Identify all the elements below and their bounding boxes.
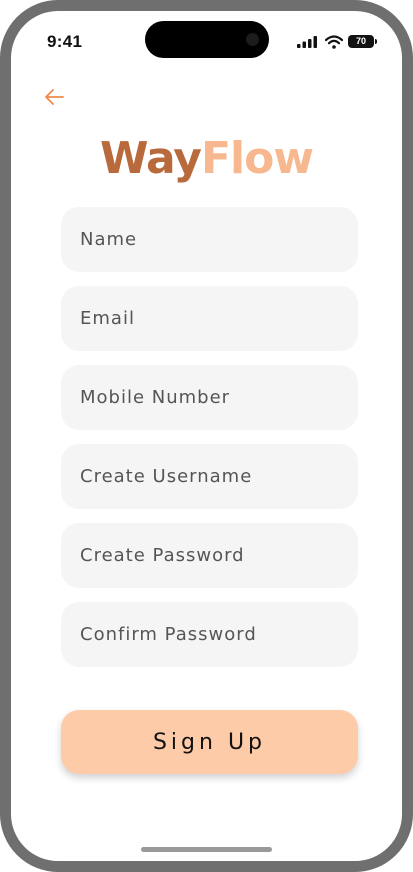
- logo-part-flow: Flow: [200, 133, 314, 184]
- home-indicator[interactable]: [141, 847, 272, 852]
- camera-icon: [246, 33, 259, 46]
- dynamic-island: [145, 21, 269, 58]
- battery-icon: 70: [348, 35, 374, 48]
- app-logo: WayFlow: [11, 129, 402, 189]
- confirm-password-field[interactable]: [61, 602, 358, 667]
- email-field[interactable]: [61, 286, 358, 351]
- username-field[interactable]: [61, 444, 358, 509]
- mobile-number-field[interactable]: [61, 365, 358, 430]
- arrow-left-icon[interactable]: [41, 86, 67, 108]
- sign-up-button[interactable]: Sign Up: [61, 710, 358, 774]
- status-time: 9:41: [47, 32, 83, 51]
- phone-frame: 9:41 70 WayFlow Sign Up: [0, 0, 413, 872]
- battery-cap: [375, 39, 377, 44]
- password-field[interactable]: [61, 523, 358, 588]
- name-field[interactable]: [61, 207, 358, 272]
- wifi-icon: [325, 35, 343, 49]
- logo-part-way: Way: [100, 133, 202, 184]
- cellular-signal-icon: [297, 36, 317, 48]
